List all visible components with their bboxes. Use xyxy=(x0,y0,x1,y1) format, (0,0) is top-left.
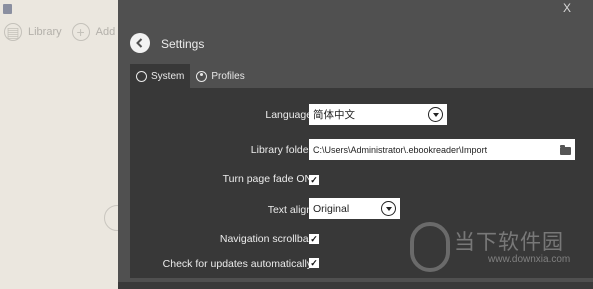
navigation-scrollbar-checkbox[interactable]: ✓ xyxy=(309,234,319,244)
folder-icon[interactable] xyxy=(560,144,571,155)
watermark-url: www.downxia.com xyxy=(488,254,571,265)
library-icon[interactable]: ▤ xyxy=(4,23,22,41)
language-label: Language: xyxy=(265,109,315,121)
check-updates-label: Check for updates automatically: xyxy=(162,258,315,270)
bottom-bar xyxy=(118,282,593,289)
turn-page-fade-label: Turn page fade ON: xyxy=(222,173,315,185)
chevron-down-icon xyxy=(428,107,443,122)
add-book-icon[interactable]: + xyxy=(71,23,90,41)
text-align-label: Text align: xyxy=(267,204,315,216)
app-icon xyxy=(3,4,12,14)
text-align-value: Original xyxy=(313,202,350,215)
tab-system-label: System xyxy=(151,70,185,82)
chevron-down-icon xyxy=(381,201,396,216)
turn-page-fade-checkbox[interactable]: ✓ xyxy=(309,175,319,185)
navigation-scrollbar-label: Navigation scrollbar: xyxy=(219,233,315,245)
language-value: 简体中文 xyxy=(313,109,355,121)
tab-profiles-label: Profiles xyxy=(211,70,245,82)
library-label[interactable]: Library xyxy=(28,26,62,38)
library-folder-value: C:\Users\Administrator\.ebookreader\Impo… xyxy=(313,144,488,155)
close-button[interactable]: X xyxy=(563,1,571,15)
background-toolbar: ▤ Library + Add boo xyxy=(4,23,137,41)
watermark-logo-icon xyxy=(410,222,450,272)
library-folder-label: Library folder: xyxy=(250,144,315,156)
tab-profiles[interactable]: Profiles xyxy=(190,64,250,88)
system-icon xyxy=(136,70,147,82)
watermark-text: 当下软件园 xyxy=(454,230,564,254)
profile-icon xyxy=(196,70,208,82)
language-select[interactable]: 简体中文 xyxy=(309,104,447,125)
back-button[interactable] xyxy=(130,33,150,53)
tab-system[interactable]: System xyxy=(130,64,191,88)
text-align-select[interactable]: Original xyxy=(309,198,400,219)
background-app-pane xyxy=(0,0,118,289)
page-title: Settings xyxy=(161,37,205,51)
check-updates-checkbox[interactable]: ✓ xyxy=(309,258,319,268)
library-folder-field[interactable]: C:\Users\Administrator\.ebookreader\Impo… xyxy=(309,139,575,160)
settings-tabs: System Profiles xyxy=(130,64,251,88)
arrow-left-icon xyxy=(136,38,143,48)
